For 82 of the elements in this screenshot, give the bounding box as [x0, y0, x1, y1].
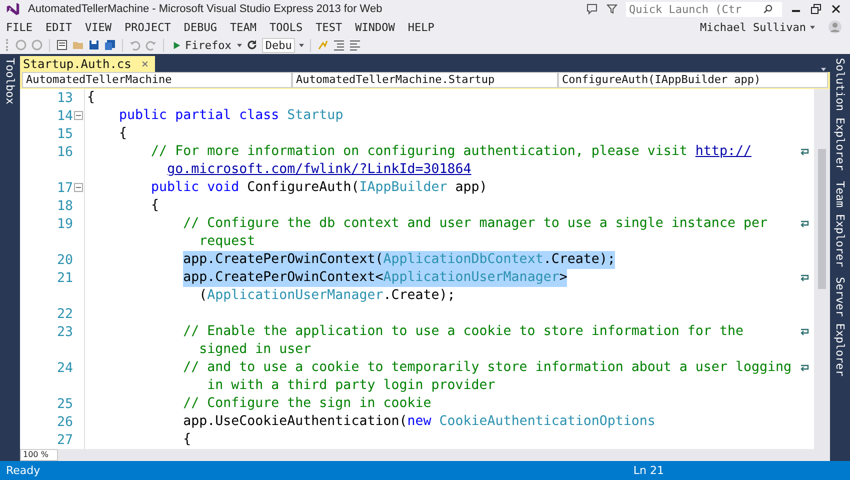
vertical-scrollbar[interactable] — [814, 89, 830, 449]
word-wrap-icon — [800, 220, 810, 228]
line-number: 27 — [56, 432, 73, 448]
collapse-icon[interactable] — [74, 183, 83, 192]
menu-item[interactable]: TEAM — [230, 20, 256, 34]
line-number: 21 — [56, 270, 73, 286]
menu-item[interactable]: HELP — [408, 20, 434, 34]
zoom-dropdown[interactable]: 100 % — [20, 449, 58, 461]
collapse-icon[interactable] — [74, 111, 83, 120]
user-name[interactable]: Michael Sullivan — [700, 20, 806, 34]
side-panel-tab[interactable]: Server Explorer — [834, 276, 846, 376]
app-logo-icon — [6, 2, 20, 16]
caret-icon[interactable] — [810, 24, 815, 30]
indent-icon[interactable] — [332, 39, 345, 51]
filter-icon[interactable] — [606, 3, 618, 15]
code-line: public void ConfigureAuth(IAppBuilder app) — [151, 179, 488, 197]
feedback-icon[interactable] — [586, 3, 598, 15]
navigation-dropdown[interactable]: ConfigureAuth(IAppBuilder app) — [558, 72, 828, 88]
save-all-icon[interactable] — [104, 39, 116, 51]
side-panel-tab[interactable]: Solution Explorer — [834, 58, 846, 171]
word-wrap-icon — [800, 364, 810, 372]
link[interactable]: go.microsoft.com/fwlink/?LinkId=301864 — [167, 162, 472, 177]
window-title: AutomatedTellerMachine - Microsoft Visual Studio Express 2013 for Web — [28, 3, 382, 15]
code-line: // Configure the sign in cookie — [183, 395, 432, 413]
menu-item[interactable]: PROJECT — [124, 20, 171, 34]
line-number: 23 — [56, 324, 73, 340]
code-line: app.UseCookieAuthentication(new CookieAuthenticationOptions — [183, 413, 656, 431]
navigation-dropdown[interactable]: AutomatedTellerMachine.Startup — [292, 72, 558, 88]
configuration-dropdown[interactable]: Debu — [262, 38, 295, 52]
document-tab[interactable]: Startup.Auth.cs — [20, 56, 156, 72]
word-wrap-icon — [800, 274, 810, 282]
menu-item[interactable]: WINDOW — [355, 20, 395, 34]
code-line: { — [119, 125, 128, 143]
new-project-icon[interactable] — [56, 39, 68, 51]
menu-item[interactable]: TOOLS — [269, 20, 303, 34]
play-icon — [172, 40, 181, 50]
side-panel-tab[interactable]: Team Explorer — [834, 180, 846, 267]
line-number: 14 — [56, 108, 73, 124]
side-panel-tab[interactable]: Toolbox — [4, 58, 16, 104]
restore-icon[interactable] — [810, 3, 822, 15]
code-line: signed in user — [199, 341, 312, 359]
refresh-icon[interactable] — [246, 39, 258, 51]
close-icon[interactable] — [830, 3, 842, 15]
line-number: 20 — [56, 252, 73, 268]
cursor-position: Ln 21 — [633, 464, 664, 477]
menu-item[interactable]: TEST — [316, 20, 342, 34]
code-line: // Configure the db context and user manager to use a single instance per — [183, 215, 768, 233]
line-number: 17 — [56, 180, 73, 196]
code-line: { — [151, 197, 160, 215]
search-icon[interactable] — [763, 4, 773, 14]
link[interactable]: http:// — [695, 144, 752, 159]
code-line: (ApplicationUserManager.Create); — [199, 287, 456, 305]
caret-icon[interactable] — [237, 42, 242, 48]
menu-item[interactable]: EDIT — [46, 20, 72, 34]
menu-item[interactable]: VIEW — [85, 20, 112, 34]
caret-icon[interactable] — [298, 42, 304, 48]
line-number: 15 — [56, 126, 73, 142]
code-line: { — [183, 431, 192, 449]
code-line: { — [87, 89, 96, 107]
line-number: 24 — [56, 360, 73, 376]
line-number: 19 — [56, 216, 73, 232]
navigation-dropdown[interactable]: AutomatedTellerMachine — [22, 72, 292, 88]
code-line: // and to use a cookie to temporarily store information about a user logging — [183, 359, 792, 377]
line-number: 26 — [56, 414, 73, 430]
code-line: // Enable the application to use a cookie to store information for the — [183, 323, 744, 341]
line-number: 16 — [56, 144, 73, 160]
line-number: 22 — [56, 306, 73, 322]
quick-launch-field[interactable]: Quick Launch (Ctr — [626, 2, 782, 16]
word-wrap-icon — [800, 148, 810, 156]
save-icon[interactable] — [88, 39, 100, 51]
menu-item[interactable]: FILE — [6, 20, 32, 34]
code-line: public partial class Startup — [119, 107, 344, 125]
run-browser-button[interactable]: Firefox — [170, 38, 234, 52]
code-line: in with a third party login provider — [207, 377, 496, 395]
code-line: request — [199, 233, 256, 251]
word-wrap-icon — [800, 328, 810, 336]
line-number: 18 — [56, 198, 73, 214]
line-number: 25 — [56, 396, 73, 412]
status-message: Ready — [6, 464, 40, 477]
code-line: // For more information on configuring authentication, please visit http:// — [151, 143, 752, 161]
line-number: 13 — [56, 90, 73, 106]
menu-item[interactable]: DEBUG — [184, 20, 217, 34]
